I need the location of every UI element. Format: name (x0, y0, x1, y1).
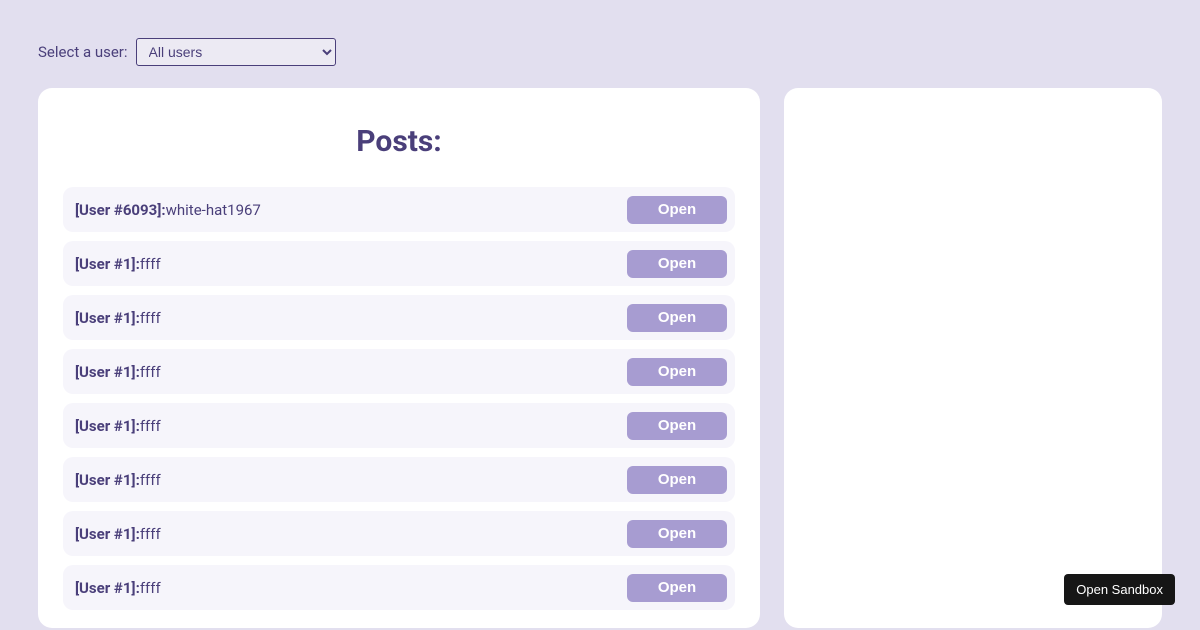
open-post-button[interactable]: Open (627, 466, 727, 494)
posts-title: Posts: (63, 124, 735, 159)
detail-panel (784, 88, 1162, 628)
open-post-button[interactable]: Open (627, 358, 727, 386)
post-label: [User #1]:ffff (75, 579, 161, 597)
post-label: [User #1]:ffff (75, 471, 161, 489)
post-user-prefix: [User #6093]: (75, 201, 166, 219)
post-user-prefix: [User #1]: (75, 417, 140, 435)
post-user-prefix: [User #1]: (75, 471, 140, 489)
post-label: [User #1]:ffff (75, 525, 161, 543)
post-row: [User #6093]:white-hat1967 Open (63, 187, 735, 232)
post-row: [User #1]:ffff Open (63, 241, 735, 286)
user-select-row: Select a user: All users (0, 0, 1200, 66)
panels-container: Posts: [User #6093]:white-hat1967Open[Us… (0, 66, 1200, 628)
post-row: [User #1]:ffff Open (63, 403, 735, 448)
post-user-prefix: [User #1]: (75, 363, 140, 381)
post-title: ffff (140, 471, 161, 489)
post-title: ffff (140, 579, 161, 597)
posts-panel: Posts: [User #6093]:white-hat1967Open[Us… (38, 88, 760, 628)
post-user-prefix: [User #1]: (75, 309, 140, 327)
post-row: [User #1]:ffff Open (63, 457, 735, 502)
post-user-prefix: [User #1]: (75, 579, 140, 597)
post-label: [User #1]:ffff (75, 255, 161, 273)
post-user-prefix: [User #1]: (75, 255, 140, 273)
post-row: [User #1]:ffff Open (63, 349, 735, 394)
post-label: [User #1]:ffff (75, 309, 161, 327)
post-label: [User #1]:ffff (75, 417, 161, 435)
user-select[interactable]: All users (136, 38, 336, 66)
select-user-label: Select a user: (38, 43, 128, 61)
post-label: [User #6093]:white-hat1967 (75, 201, 261, 219)
post-row: [User #1]:ffff Open (63, 511, 735, 556)
open-post-button[interactable]: Open (627, 196, 727, 224)
post-title: white-hat1967 (166, 201, 261, 219)
post-row: [User #1]:ffff Open (63, 295, 735, 340)
open-post-button[interactable]: Open (627, 304, 727, 332)
post-label: [User #1]:ffff (75, 363, 161, 381)
posts-list: [User #6093]:white-hat1967Open[User #1]:… (63, 187, 735, 610)
open-sandbox-button[interactable]: Open Sandbox (1064, 574, 1175, 605)
post-title: ffff (140, 363, 161, 381)
open-post-button[interactable]: Open (627, 412, 727, 440)
post-title: ffff (140, 255, 161, 273)
open-post-button[interactable]: Open (627, 574, 727, 602)
post-user-prefix: [User #1]: (75, 525, 140, 543)
post-title: ffff (140, 417, 161, 435)
open-post-button[interactable]: Open (627, 520, 727, 548)
post-row: [User #1]:ffff Open (63, 565, 735, 610)
open-post-button[interactable]: Open (627, 250, 727, 278)
post-title: ffff (140, 309, 161, 327)
post-title: ffff (140, 525, 161, 543)
